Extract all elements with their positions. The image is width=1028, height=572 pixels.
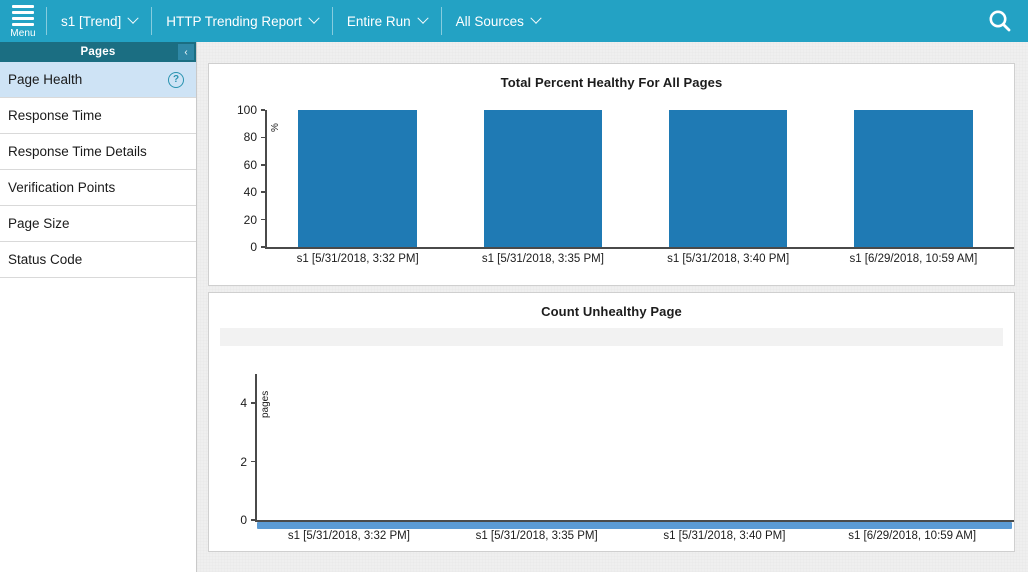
sidebar-collapse-button[interactable]: ‹: [178, 44, 194, 60]
sidebar-item-label: Page Health: [8, 72, 83, 87]
sidebar-item-label: Verification Points: [8, 180, 116, 195]
y-tick-mark: [261, 164, 265, 166]
y-tick-label: 60: [243, 157, 257, 172]
chevron-down-icon: [127, 12, 139, 24]
y-tick-label: 0: [240, 513, 247, 527]
chart-panel-total-percent-healthy: Total Percent Healthy For All Pages 0 20 4…: [208, 63, 1015, 286]
app-root: Menu s1 [Trend] HTTP Trending Report Ent…: [0, 0, 1028, 572]
y-tick-mark: [251, 402, 255, 404]
search-button[interactable]: [972, 0, 1028, 42]
y-axis-line: [265, 110, 267, 247]
sidebar-item-page-health[interactable]: Page Health ?: [0, 62, 196, 98]
y-tick-label: 40: [243, 185, 257, 200]
zero-value-series[interactable]: [257, 522, 1012, 529]
toolbar-item-trend[interactable]: s1 [Trend]: [47, 0, 151, 42]
sidebar-item-label: Response Time: [8, 108, 102, 123]
chart-plot-area: 0 20 40 60 80 100% s1 [5/31/2018, 3:32 PM] s1 […: [209, 103, 1014, 269]
toolbar-item-report-label: HTTP Trending Report: [166, 13, 302, 29]
y-tick-label: 2: [240, 454, 247, 469]
chart-title: Count Unhealthy Page: [541, 304, 682, 319]
y-tick-label: 20: [243, 212, 257, 227]
x-tick-label: s1 [6/29/2018, 10:59 AM]: [849, 253, 978, 265]
y-axis-label: %: [270, 123, 281, 132]
chart-bar[interactable]: [298, 110, 417, 247]
sidebar-item-verification-points[interactable]: Verification Points: [0, 170, 196, 206]
hamburger-icon: [12, 5, 34, 26]
y-tick-label: 100: [236, 103, 257, 117]
search-icon: [989, 10, 1011, 32]
x-tick-label: s1 [5/31/2018, 3:40 PM]: [663, 530, 786, 542]
sidebar-item-status-code[interactable]: Status Code: [0, 242, 196, 278]
x-tick-label: s1 [5/31/2018, 3:35 PM]: [481, 253, 604, 265]
sidebar-filler: [0, 278, 196, 572]
toolbar-item-sources-label: All Sources: [455, 13, 524, 29]
top-toolbar: Menu s1 [Trend] HTTP Trending Report Ent…: [0, 0, 1028, 42]
toolbar-item-run[interactable]: Entire Run: [333, 0, 441, 42]
sidebar-item-label: Response Time Details: [8, 144, 147, 159]
y-tick-mark: [261, 246, 265, 248]
toolbar-item-trend-label: s1 [Trend]: [61, 13, 122, 29]
chart-bar[interactable]: [668, 110, 788, 247]
sidebar-header: Pages ‹: [0, 42, 196, 62]
toolbar-item-sources[interactable]: All Sources: [442, 0, 554, 42]
chart-bar[interactable]: [854, 110, 973, 247]
sidebar-item-label: Page Size: [8, 216, 70, 231]
y-tick-label: 0: [250, 240, 257, 254]
x-tick-label: s1 [5/31/2018, 3:32 PM]: [296, 253, 419, 265]
chart-title: Total Percent Healthy For All Pages: [500, 75, 723, 90]
sidebar-title: Pages: [80, 46, 116, 58]
x-tick-label: s1 [5/31/2018, 3:40 PM]: [667, 253, 790, 265]
y-axis-line: [255, 374, 257, 520]
sidebar-item-response-time-details[interactable]: Response Time Details: [0, 134, 196, 170]
x-axis-line: [265, 247, 1014, 249]
chevron-down-icon: [308, 12, 320, 24]
y-tick-mark: [251, 519, 255, 521]
chart-bar[interactable]: [483, 110, 603, 247]
y-tick-mark: [251, 460, 255, 463]
y-tick-mark: [261, 109, 265, 111]
toolbar-item-run-label: Entire Run: [346, 13, 411, 29]
menu-button-label: Menu: [10, 28, 36, 39]
question-circle-icon[interactable]: ?: [168, 71, 184, 88]
sidebar-item-response-time[interactable]: Response Time: [0, 98, 196, 134]
x-tick-label: s1 [6/29/2018, 10:59 AM]: [848, 530, 977, 542]
y-tick-mark: [261, 191, 265, 193]
chart-plot-area: 0 2 4 pages s1 [5/31/2018, 3:32 PM] s1 [5/31/…: [209, 358, 1014, 548]
x-tick-label: s1 [5/31/2018, 3:32 PM]: [287, 530, 410, 542]
y-axis-label: pages: [260, 390, 271, 418]
content-area: Total Percent Healthy For All Pages 0 20 4…: [197, 42, 1028, 572]
sidebar-nav-list: Page Health ? Response Time Response Tim…: [0, 62, 196, 278]
chart-panel-count-unhealthy-page: Count Unhealthy Page 0 2 4 pages s1 [5/31/20…: [208, 292, 1015, 552]
toolbar-item-report[interactable]: HTTP Trending Report: [152, 0, 332, 42]
chevron-down-icon: [416, 12, 429, 24]
chart-legend-band: [220, 328, 1003, 346]
y-tick-label: 80: [243, 130, 257, 145]
x-tick-label: s1 [5/31/2018, 3:35 PM]: [475, 530, 598, 542]
menu-button[interactable]: Menu: [0, 0, 46, 42]
sidebar-item-label: Status Code: [8, 252, 83, 267]
y-tick-mark: [261, 218, 265, 221]
chevron-left-icon: ‹: [184, 46, 188, 58]
y-tick-mark: [261, 136, 265, 139]
sidebar-item-page-size[interactable]: Page Size: [0, 206, 196, 242]
sidebar: Pages ‹ Page Health ? Response Time Resp…: [0, 42, 197, 572]
y-tick-label: 4: [240, 396, 247, 411]
chevron-down-icon: [530, 12, 542, 24]
